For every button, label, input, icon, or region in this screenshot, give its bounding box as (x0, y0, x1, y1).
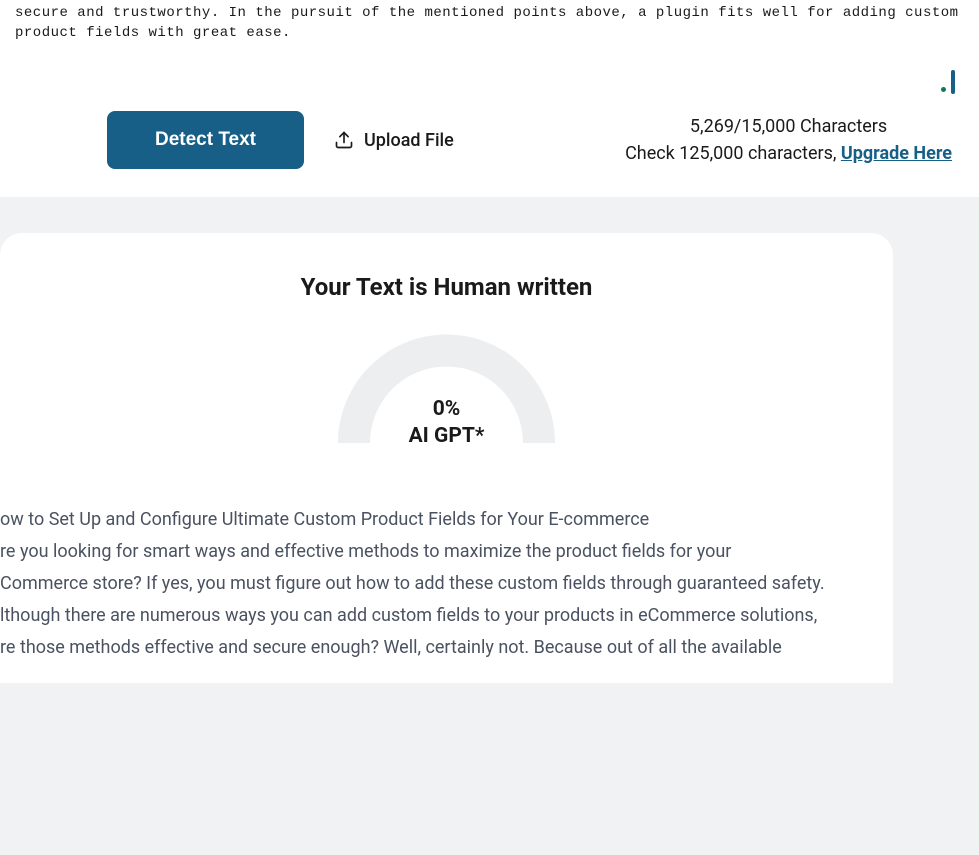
analyzed-text: ow to Set Up and Configure Ultimate Cust… (0, 504, 893, 664)
indicator-bar (951, 70, 955, 94)
upgrade-text: Check 125,000 characters, Upgrade Here (625, 140, 952, 167)
results-section: Your Text is Human written 0% AI GPT* ow… (0, 197, 979, 855)
character-info: 5,269/15,000 Characters Check 125,000 ch… (625, 113, 952, 167)
upgrade-link[interactable]: Upgrade Here (841, 143, 952, 164)
result-title: Your Text is Human written (0, 273, 893, 301)
toolbar: Detect Text Upload File 5,269/15,000 Cha… (0, 111, 979, 169)
gauge-container: 0% AI GPT* (334, 331, 559, 450)
upload-icon (334, 130, 354, 150)
gauge-value: 0% AI GPT* (409, 396, 485, 451)
results-card: Your Text is Human written 0% AI GPT* ow… (0, 233, 893, 683)
upload-file-button[interactable]: Upload File (334, 130, 454, 151)
activity-indicator (941, 70, 955, 94)
upload-file-label: Upload File (364, 130, 454, 151)
character-counter: 5,269/15,000 Characters (625, 113, 952, 140)
input-text-preview: secure and trustworthy. In the pursuit o… (0, 0, 979, 43)
detect-text-button[interactable]: Detect Text (107, 111, 304, 169)
indicator-dot (941, 87, 946, 92)
